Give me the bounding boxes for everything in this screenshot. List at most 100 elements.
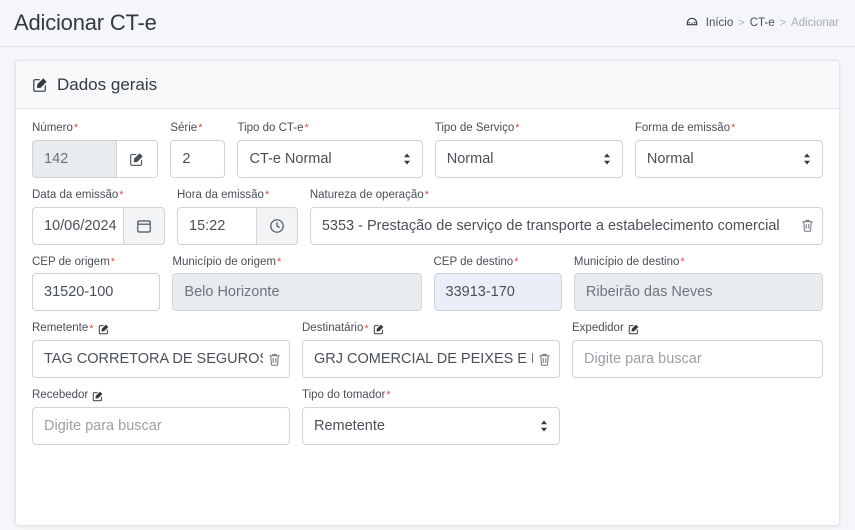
numero-input-group: 142 (32, 139, 159, 178)
label-hora-emissao: Hora da emissão * (177, 188, 270, 202)
remetente-value: TAG CORRETORA DE SEGUROS DE VIDA LTDA (44, 351, 263, 368)
form-row-5: Recebedor Digite para buscar Tipo do tom… (32, 389, 823, 445)
edit-square-icon (32, 76, 49, 93)
hora-emissao-input-group: 15:22 (177, 206, 298, 245)
destinatario-clear-button[interactable] (533, 351, 555, 367)
dados-gerais-card: Dados gerais Número * 142 Série * 2 Tipo… (15, 60, 840, 526)
municipio-destino-input: Ribeirão das Neves (573, 273, 823, 312)
tipo-tomador-select[interactable]: Remetente (302, 406, 560, 445)
label-cep-destino: CEP de destino * (433, 255, 519, 268)
chevron-updown-icon (402, 152, 412, 166)
data-emissao-input-group: 10/06/2024 (32, 206, 165, 245)
tipo-cte-value: CT-e Normal (249, 150, 332, 167)
field-expedidor: Expedidor Digite para buscar (572, 322, 823, 379)
expedidor-placeholder: Digite para buscar (584, 351, 702, 368)
label-remetente: Remetente * (32, 322, 290, 336)
label-forma-emissao: Forma de emissão * (634, 122, 736, 135)
destinatario-value: GRJ COMERCIAL DE PEIXES E LEGUMES LTDA (314, 351, 533, 368)
label-municipio-origem: Município de origem * (172, 255, 282, 268)
chevron-updown-icon (802, 152, 812, 166)
field-tipo-servico: Tipo de Serviço * Normal (434, 122, 623, 178)
label-tipo-servico: Tipo de Serviço * (434, 122, 520, 135)
tipo-servico-value: Normal (446, 150, 494, 167)
numero-input[interactable]: 142 (32, 139, 117, 178)
label-numero: Número * (32, 122, 79, 135)
breadcrumb: Início > CT-e > Adicionar (686, 17, 839, 29)
card-body: Número * 142 Série * 2 Tipo do CT-e * CT… (16, 109, 839, 445)
chevron-updown-icon (539, 419, 549, 433)
field-remetente: Remetente* TAG CORRETORA DE SEGUROS DE V… (32, 322, 290, 379)
label-expedidor: Expedidor (572, 322, 823, 336)
label-recebedor: Recebedor (32, 389, 290, 403)
card-title: Dados gerais (57, 74, 158, 94)
breadcrumb-home[interactable]: Início (706, 17, 734, 29)
destinatario-input[interactable]: GRJ COMERCIAL DE PEIXES E LEGUMES LTDA (302, 340, 560, 379)
clock-icon (269, 218, 285, 234)
edit-square-icon[interactable] (92, 390, 104, 402)
field-forma-emissao: Forma de emissão * Normal (634, 122, 823, 178)
label-cep-origem: CEP de origem * (32, 255, 116, 268)
hora-emissao-input[interactable]: 15:22 (177, 206, 256, 245)
forma-emissao-select[interactable]: Normal (634, 139, 823, 178)
recebedor-input[interactable]: Digite para buscar (32, 406, 290, 445)
municipio-origem-input: Belo Horizonte (172, 273, 422, 312)
page-title: Adicionar CT-e (14, 10, 157, 35)
field-cep-origem: CEP de origem * 31520-100 (32, 255, 161, 312)
dashboard-icon (686, 17, 698, 29)
trash-icon (800, 218, 815, 233)
tipo-servico-select[interactable]: Normal (434, 139, 623, 178)
breadcrumb-separator: > (738, 17, 745, 29)
page-header: Adicionar CT-e Início > CT-e > Adicionar (0, 0, 855, 47)
label-tipo-cte: Tipo do CT-e * (237, 122, 309, 135)
breadcrumb-separator: > (779, 17, 787, 29)
field-serie: Série * 2 (170, 122, 226, 178)
field-data-emissao: Data da emissão * 10/06/2024 (32, 189, 165, 245)
form-row-1: Número * 142 Série * 2 Tipo do CT-e * CT… (32, 122, 823, 178)
field-municipio-destino: Município de destino * Ribeirão das Neves (573, 255, 823, 312)
label-natureza-operacao: Natureza de operação * (309, 188, 429, 202)
label-data-emissao: Data da emissão * (32, 188, 124, 202)
breadcrumb-cte[interactable]: CT-e (750, 17, 775, 29)
field-natureza-operacao: Natureza de operação * 5353 - Prestação d… (309, 188, 823, 245)
recebedor-placeholder: Digite para buscar (44, 417, 162, 434)
cep-origem-input[interactable]: 31520-100 (32, 273, 161, 312)
natureza-operacao-input[interactable]: 5353 - Prestação de serviço de transport… (309, 206, 823, 245)
edit-square-icon[interactable] (98, 323, 110, 335)
tipo-tomador-value: Remetente (314, 417, 385, 434)
label-destinatario: Destinatário * (302, 322, 560, 336)
field-hora-emissao: Hora da emissão * 15:22 (177, 189, 298, 245)
field-recebedor: Recebedor Digite para buscar (32, 389, 290, 445)
expedidor-input[interactable]: Digite para buscar (572, 340, 823, 379)
breadcrumb-current: Adicionar (791, 17, 839, 29)
forma-emissao-value: Normal (646, 150, 694, 167)
trash-icon (267, 352, 282, 367)
page-body: Dados gerais Número * 142 Série * 2 Tipo… (0, 47, 855, 530)
serie-input[interactable]: 2 (170, 139, 226, 178)
label-municipio-destino: Município de destino * (573, 255, 685, 268)
label-tipo-tomador: Tipo do tomador * (302, 389, 391, 402)
field-numero: Número * 142 (32, 122, 159, 178)
numero-edit-button[interactable] (116, 139, 159, 178)
remetente-clear-button[interactable] (263, 351, 285, 367)
cep-destino-input[interactable]: 33913-170 (433, 273, 562, 312)
data-emissao-input[interactable]: 10/06/2024 (32, 206, 123, 245)
field-destinatario: Destinatário * GRJ COMERCIAL DE PEIXES E … (302, 322, 560, 379)
calendar-picker-button[interactable] (123, 206, 165, 245)
time-picker-button[interactable] (255, 206, 298, 245)
calendar-icon (136, 218, 152, 234)
natureza-operacao-clear-button[interactable] (796, 218, 818, 234)
tipo-cte-select[interactable]: CT-e Normal (237, 139, 423, 178)
card-header: Dados gerais (16, 61, 839, 109)
natureza-operacao-value: 5353 - Prestação de serviço de transport… (321, 217, 780, 234)
form-row-3: CEP de origem * 31520-100 Município de or… (32, 256, 823, 312)
field-tipo-cte: Tipo do CT-e * CT-e Normal (237, 122, 423, 178)
trash-icon (537, 352, 552, 367)
form-row-2: Data da emissão * 10/06/2024 Hora da emi… (32, 189, 823, 245)
edit-square-icon (129, 151, 145, 167)
edit-square-icon[interactable] (373, 323, 385, 335)
field-cep-destino: CEP de destino * 33913-170 (433, 255, 562, 312)
field-tipo-tomador: Tipo do tomador * Remetente (302, 389, 560, 445)
remetente-input[interactable]: TAG CORRETORA DE SEGUROS DE VIDA LTDA (32, 340, 290, 379)
edit-square-icon[interactable] (628, 323, 640, 335)
form-row-4: Remetente* TAG CORRETORA DE SEGUROS DE V… (32, 322, 823, 379)
